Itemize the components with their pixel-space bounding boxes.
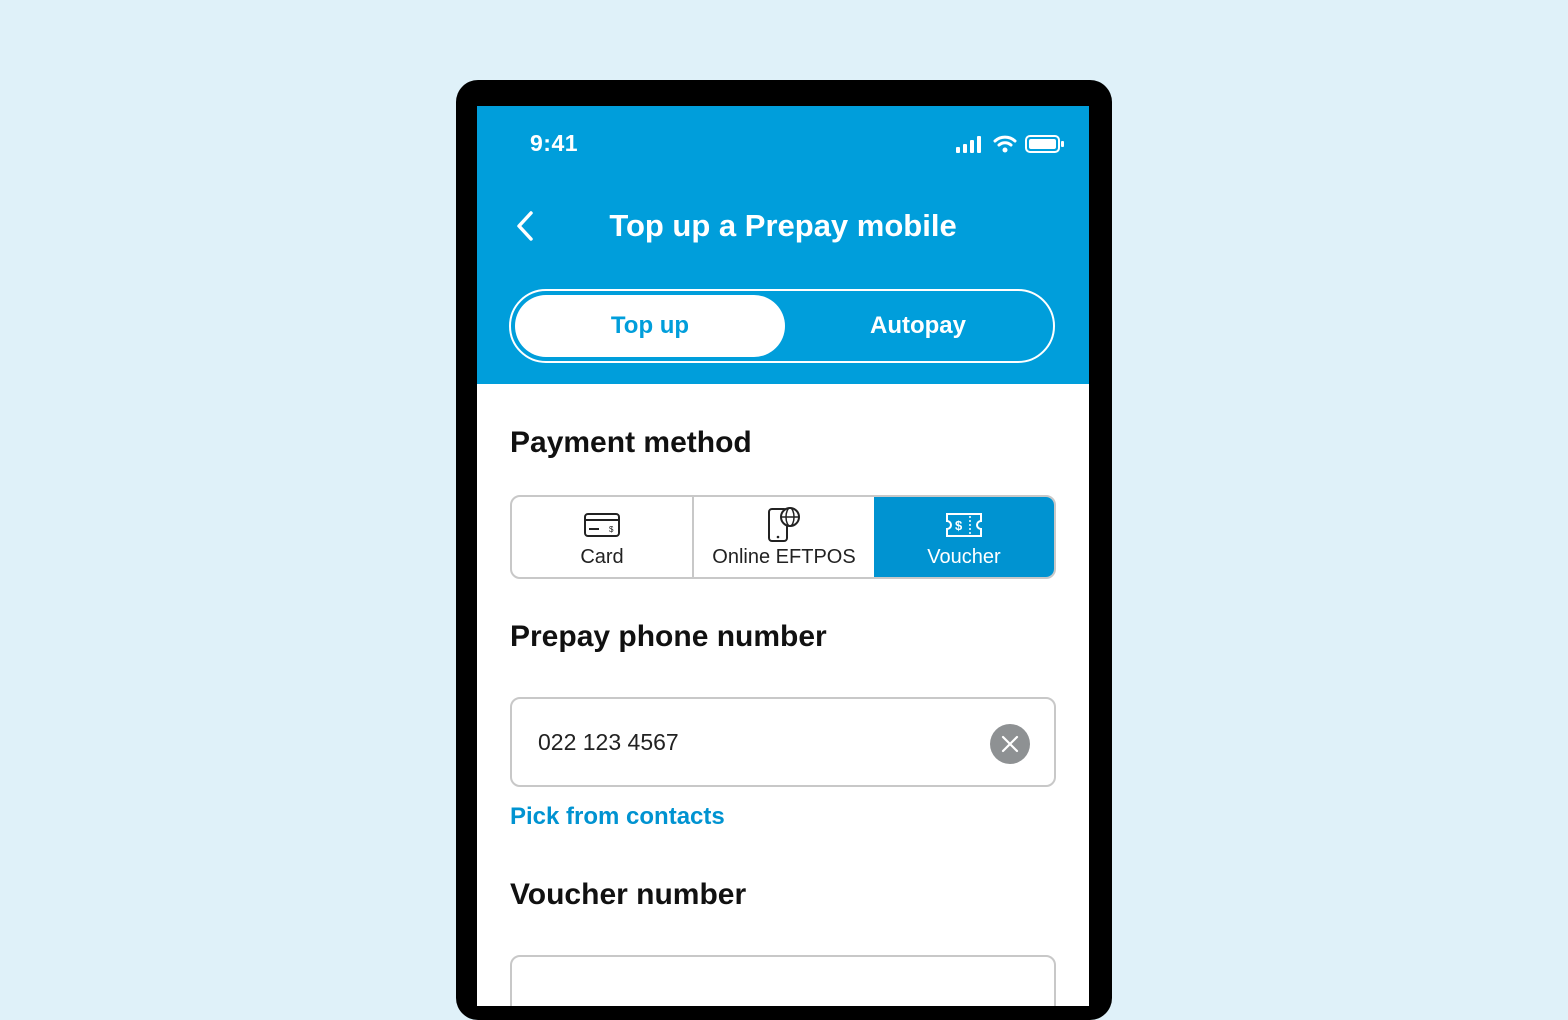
page-title: Top up a Prepay mobile [609,208,957,243]
payment-option-label: Voucher [927,545,1001,568]
header-bar: 9:41 Top up a Prepay mobile Top up Autop… [477,106,1089,384]
voucher-number-field [510,955,1056,1006]
status-time: 9:41 [530,130,579,156]
payment-option-label: Online EFTPOS [712,545,856,568]
payment-option-online-eftpos[interactable]: Online EFTPOS [692,497,874,577]
voucher-number-heading: Voucher number [510,878,747,911]
payment-option-voucher[interactable]: $ Voucher [874,497,1054,577]
clear-button[interactable] [990,724,1030,764]
phone-number-field [510,697,1056,787]
phone-globe-icon [768,506,800,542]
payment-option-card[interactable]: $ Card [512,497,692,577]
svg-text:$: $ [955,518,963,533]
voucher-icon: $ [946,512,982,537]
tab-autopay[interactable]: Autopay [783,295,1053,357]
battery-icon [1025,135,1064,153]
payment-method-heading: Payment method [510,426,752,459]
phone-number-heading: Prepay phone number [510,620,827,653]
tab-top-up[interactable]: Top up [515,295,785,357]
card-icon: $ [584,512,620,537]
wifi-icon [993,135,1017,153]
chevron-left-icon [517,211,533,241]
app-screen: 9:41 Top up a Prepay mobile Top up Autop… [477,106,1089,1006]
back-button[interactable] [507,206,543,246]
tab-switcher: Top up Autopay [509,289,1055,363]
svg-text:$: $ [609,525,614,534]
close-icon [1001,735,1019,753]
voucher-number-input[interactable] [536,1005,960,1006]
status-icons [955,133,1065,155]
phone-number-input[interactable] [536,727,960,757]
signal-icon [956,136,981,153]
pick-from-contacts-link[interactable]: Pick from contacts [510,803,725,831]
payment-method-selector: $ Card Online EFTPOS $ Voucher [510,495,1056,579]
payment-option-label: Card [580,545,624,568]
